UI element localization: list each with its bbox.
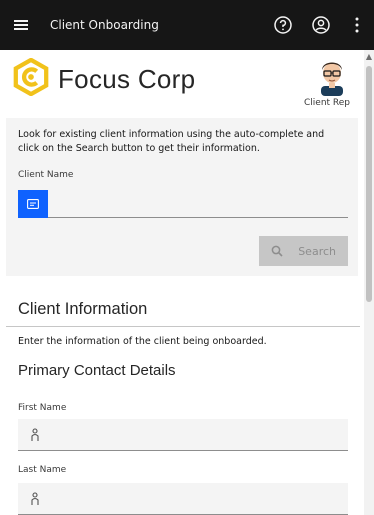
menu-button[interactable]: [0, 0, 42, 50]
brand-header: Focus Corp Client Rep: [0, 50, 364, 118]
section-divider: [6, 326, 360, 327]
user-avatar-icon: [312, 16, 330, 34]
client-rep-avatar[interactable]: [315, 56, 349, 96]
client-information-title: Client Information: [18, 300, 148, 318]
first-name-label: First Name: [18, 403, 67, 413]
focus-corp-logo: [13, 58, 49, 96]
overflow-menu-vertical-icon: [355, 17, 359, 33]
scroll-up-icon[interactable]: ▲: [364, 52, 374, 62]
app-title: Client Onboarding: [50, 18, 159, 32]
brand-name: Focus Corp: [58, 64, 196, 94]
scrollbar-thumb[interactable]: [366, 66, 372, 302]
hamburger-menu-icon: [14, 20, 28, 30]
search-description: Look for existing client information usi…: [18, 129, 325, 154]
help-button[interactable]: [264, 0, 302, 50]
help-icon: [274, 16, 292, 34]
client-name-label: Client Name: [18, 170, 74, 180]
person-icon: [31, 428, 39, 441]
overflow-menu-button[interactable]: [340, 0, 374, 50]
client-rep-label: Client Rep: [304, 98, 351, 108]
client-name-input[interactable]: [18, 190, 348, 218]
id-card-icon[interactable]: [18, 190, 48, 218]
primary-contact-title: Primary Contact Details: [18, 362, 176, 379]
last-name-input[interactable]: [18, 483, 348, 515]
client-information-description: Enter the information of the client bein…: [18, 336, 267, 347]
search-icon: [271, 245, 283, 257]
app-header: Client Onboarding: [0, 0, 374, 50]
search-button[interactable]: Search: [259, 236, 348, 266]
search-button-label: Search: [298, 244, 336, 258]
user-button[interactable]: [302, 0, 340, 50]
client-search-panel: Look for existing client information usi…: [6, 118, 358, 276]
last-name-label: Last Name: [18, 465, 67, 475]
person-icon: [31, 492, 39, 505]
first-name-input[interactable]: [18, 419, 348, 451]
